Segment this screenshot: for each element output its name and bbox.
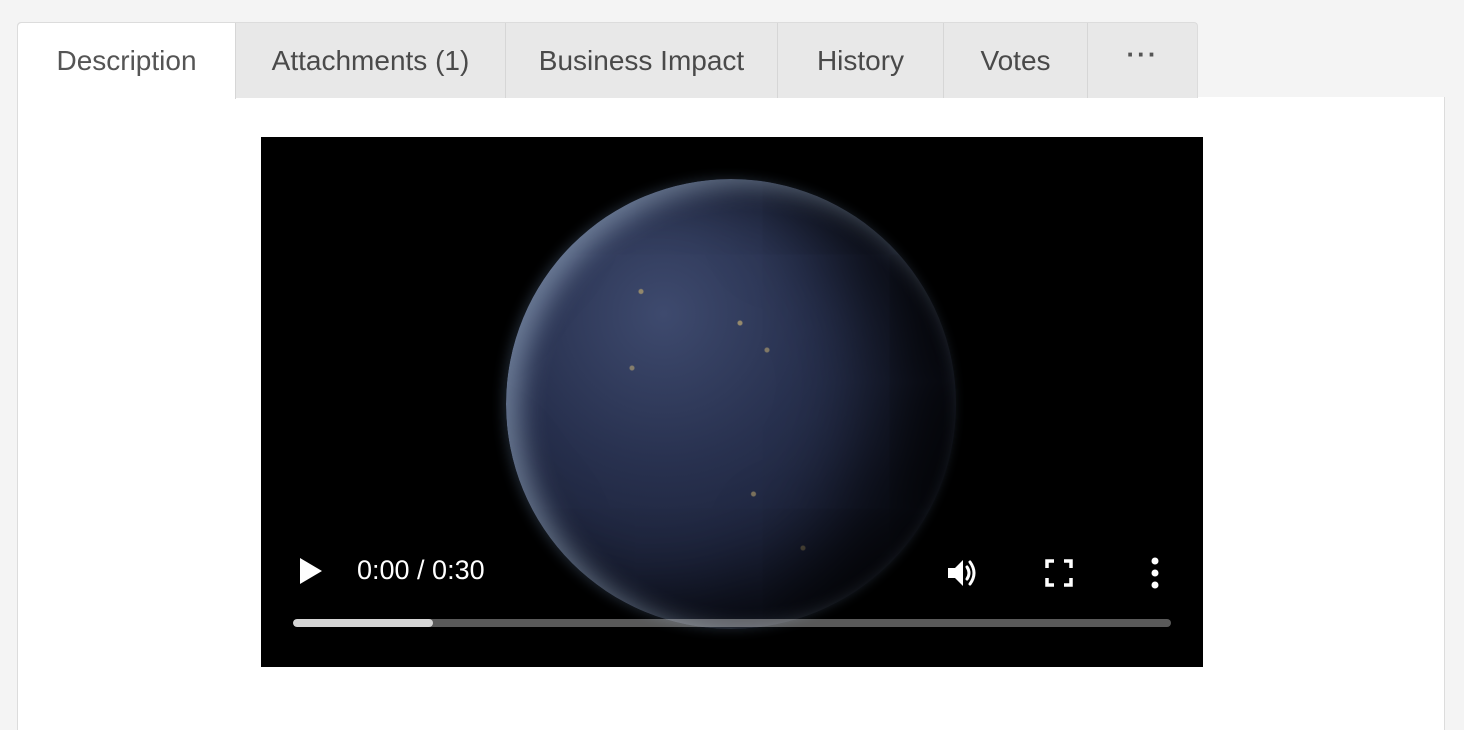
tab-attachments[interactable]: Attachments (1) — [236, 23, 506, 98]
page: Description Attachments (1) Business Imp… — [0, 0, 1464, 730]
tab-votes[interactable]: Votes — [944, 23, 1088, 98]
fullscreen-icon[interactable] — [1041, 555, 1077, 591]
tab-business-impact-label: Business Impact — [538, 44, 745, 76]
tab-description-label: Description — [56, 45, 197, 76]
video-progress-bar[interactable] — [293, 619, 1171, 627]
tab-bar: Description Attachments (1) Business Imp… — [17, 22, 1198, 99]
tab-attachments-label: Attachments (1) — [271, 44, 470, 76]
description-panel: 0:00 / 0:30 — [17, 97, 1445, 730]
tab-history-label: History — [816, 44, 905, 76]
play-icon[interactable] — [299, 557, 323, 585]
tab-history[interactable]: History — [778, 23, 944, 98]
video-time-display: 0:00 / 0:30 — [357, 555, 485, 585]
tab-description[interactable]: Description — [18, 23, 236, 99]
more-horizontal-icon: ··· — [1126, 39, 1159, 69]
tab-more-button[interactable]: ··· — [1088, 23, 1197, 98]
volume-icon[interactable] — [945, 555, 981, 591]
tab-business-impact[interactable]: Business Impact — [506, 23, 778, 98]
more-vertical-icon[interactable] — [1137, 555, 1173, 591]
video-buffered-fill — [293, 619, 434, 627]
video-controls: 0:00 / 0:30 — [261, 537, 1203, 667]
tab-votes-label: Votes — [980, 44, 1051, 76]
video-player[interactable]: 0:00 / 0:30 — [261, 137, 1203, 667]
